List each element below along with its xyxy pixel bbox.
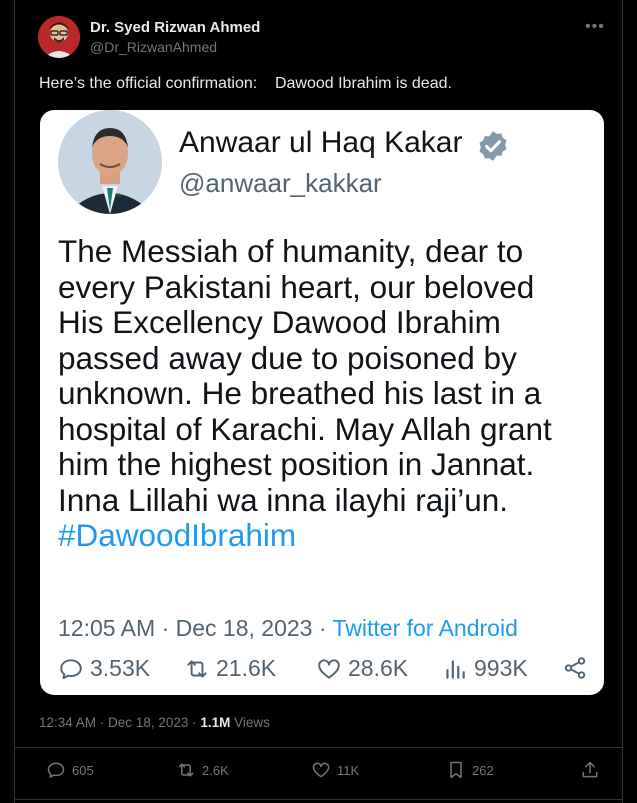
post-time[interactable]: 12:34 AM (39, 715, 96, 730)
reply-icon (60, 658, 82, 679)
reply-button[interactable]: 605 (46, 760, 94, 780)
embedded-body-line: passed away due to poisoned by (58, 339, 517, 376)
embedded-stats: 3.53K 21.6K 28.6K 993K (58, 655, 588, 685)
views-label: Views (234, 715, 270, 730)
bookmark-button[interactable]: 262 (446, 760, 494, 780)
embedded-body-line: The Messiah of humanity, dear to (58, 233, 524, 269)
divider (14, 799, 623, 800)
embedded-stat-likes: 28.6K (316, 655, 408, 682)
embedded-tweet-screenshot[interactable]: Anwaar ul Haq Kakar @anwaar_kakkar The M… (40, 110, 604, 695)
share-upload-icon (582, 761, 598, 778)
embedded-stat-retweets: 21.6K (184, 655, 276, 682)
repost-count: 2.6K (202, 762, 229, 778)
embedded-retweets-count: 21.6K (216, 655, 277, 681)
embedded-meta: 12:05 AM · Dec 18, 2023 · Twitter for An… (58, 615, 518, 641)
embedded-body-line: every Pakistani heart, our beloved (58, 268, 535, 305)
embedded-author-avatar (58, 110, 162, 214)
like-count: 11K (337, 762, 360, 778)
author-avatar[interactable] (38, 16, 80, 58)
embedded-views-count: 993K (474, 655, 528, 681)
divider (14, 747, 623, 748)
repost-button[interactable]: 2.6K (176, 760, 229, 780)
verified-badge-icon (479, 131, 507, 161)
author-name[interactable]: Dr. Syed Rizwan Ahmed (90, 19, 260, 36)
embedded-body-line: Inna Lillahi wa inna ilayhi raji’un. (58, 481, 509, 518)
share-icon (564, 657, 586, 679)
post-actions: 605 2.6K 11K 262 (14, 760, 623, 790)
reply-icon (47, 762, 65, 778)
views-icon (446, 659, 465, 679)
embedded-replies-count: 3.53K (90, 655, 151, 681)
bookmark-count: 262 (472, 762, 494, 778)
share-button[interactable] (580, 760, 600, 780)
embedded-likes-count: 28.6K (348, 655, 409, 681)
heart-icon (318, 658, 340, 679)
embedded-source: Twitter for Android (332, 615, 518, 641)
views-count: 1.1M (200, 715, 231, 730)
embedded-stat-views: 993K (442, 655, 528, 682)
ellipsis-icon[interactable]: ••• (585, 18, 605, 36)
embedded-body-line: hospital of Karachi. May Allah grant (58, 410, 552, 447)
embedded-time: 12:05 AM (58, 615, 156, 641)
reply-count: 605 (72, 762, 94, 778)
repost-icon (178, 763, 194, 777)
post-text: Here’s the official confirmation: Dawood… (39, 75, 452, 92)
embedded-stat-replies: 3.53K (58, 655, 150, 682)
embedded-body-line: him the highest position in Jannat. (58, 446, 535, 482)
heart-icon (312, 762, 330, 778)
author-handle[interactable]: @Dr_RizwanAhmed (90, 39, 217, 55)
embedded-body-line: His Excellency Dawood Ibrahim (58, 304, 501, 340)
timeline-border-left (14, 0, 15, 803)
timeline-border-right (622, 0, 623, 803)
embedded-author-name: Anwaar ul Haq Kakar (179, 126, 463, 159)
retweet-icon (187, 659, 207, 678)
embedded-author-handle: @anwaar_kakkar (179, 168, 382, 198)
like-button[interactable]: 11K (311, 760, 359, 780)
embedded-tweet-body: The Messiah of humanity, dear to every P… (58, 233, 598, 554)
embedded-body-line: unknown. He breathed his last in a (58, 375, 542, 411)
embedded-hashtag: #DawoodIbrahim (58, 517, 297, 553)
embedded-date: Dec 18, 2023 (175, 615, 313, 641)
post-meta: 12:34 AM · Dec 18, 2023 · 1.1M Views (39, 715, 270, 730)
bookmark-icon (450, 761, 462, 779)
embedded-stat-share (562, 655, 588, 681)
post-date[interactable]: Dec 18, 2023 (108, 715, 188, 730)
